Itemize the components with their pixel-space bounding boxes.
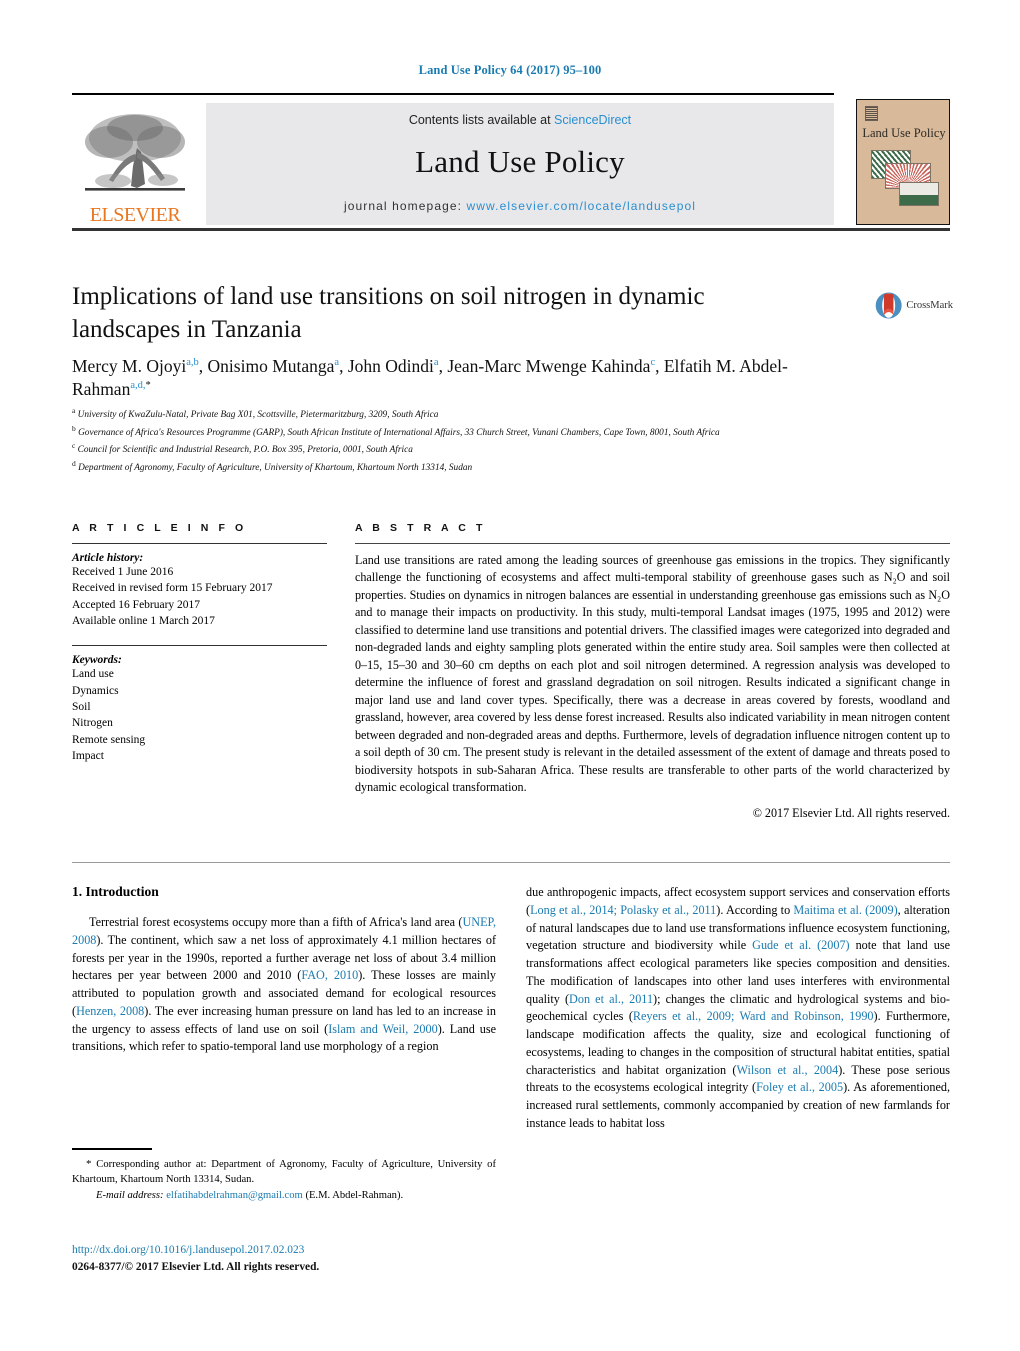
affiliation-item: a University of KwaZulu-Natal, Private B… — [72, 405, 902, 423]
cover-title: Land Use Policy — [862, 126, 946, 140]
elsevier-tree-icon — [85, 114, 185, 191]
paper-page: Land Use Policy 64 (2017) 95–100 ELSEVIE… — [0, 0, 1020, 1351]
cover-photo-landscape — [899, 182, 939, 206]
keyword-item: Impact — [72, 749, 104, 762]
footnote-rule — [72, 1148, 152, 1150]
affiliation-item: b Governance of Africa's Resources Progr… — [72, 423, 902, 441]
affiliation-item: d Department of Agronomy, Faculty of Agr… — [72, 458, 902, 476]
introduction-right-column: due anthropogenic impacts, affect ecosys… — [526, 884, 950, 1133]
masthead-top-rule — [72, 93, 834, 95]
elsevier-wordmark: ELSEVIER — [89, 204, 181, 226]
keyword-item: Land use — [72, 668, 114, 681]
abstract-column: A B S T R A C T Land use transitions are… — [355, 522, 950, 821]
affiliation-item: c Council for Scientific and Industrial … — [72, 440, 902, 458]
section-divider-rule — [72, 862, 950, 863]
contents-available-line: Contents lists available at ScienceDirec… — [409, 113, 631, 127]
abstract-body: Land use transitions are rated among the… — [355, 553, 950, 795]
affiliation-text: Governance of Africa's Resources Program… — [78, 427, 720, 438]
affiliation-text: Council for Scientific and Industrial Re… — [77, 445, 413, 456]
article-info-column: A R T I C L E I N F O Article history: R… — [72, 522, 327, 764]
doi-block: http://dx.doi.org/10.1016/j.landusepol.2… — [72, 1242, 572, 1276]
masthead-bottom-rule — [72, 228, 950, 231]
keywords-divider — [72, 645, 327, 647]
author-list: Mercy M. Ojoyia,b, Onisimo Mutangaa, Joh… — [72, 356, 788, 400]
article-history-item: Received 1 June 2016 — [72, 566, 174, 578]
email-link[interactable]: elfatihabdelrahman@gmail.com — [166, 1190, 303, 1201]
crossmark-label: CrossMark — [906, 299, 953, 311]
homepage-prefix: journal homepage: — [343, 199, 467, 213]
page-title: Implications of land use transitions on … — [72, 283, 705, 343]
sciencedirect-link[interactable]: ScienceDirect — [554, 113, 631, 127]
article-history-item: Accepted 16 February 2017 — [72, 598, 201, 611]
keyword-item: Soil — [72, 700, 91, 713]
introduction-left-column: 1. Introduction Terrestrial forest ecosy… — [72, 884, 496, 1056]
affiliation-text: Department of Agronomy, Faculty of Agric… — [78, 462, 473, 473]
affiliation-marker: d — [72, 458, 76, 468]
abstract-heading: A B S T R A C T — [355, 522, 486, 534]
journal-homepage-link[interactable]: www.elsevier.com/locate/landusepol — [467, 199, 697, 213]
contents-prefix: Contents lists available at — [408, 113, 555, 127]
keyword-item: Dynamics — [72, 684, 119, 697]
keywords-label: Keywords: — [72, 654, 122, 667]
email-note: E-mail address: elfatihabdelrahman@gmail… — [72, 1188, 496, 1203]
journal-masthead: ELSEVIER Contents lists available at Sci… — [72, 93, 950, 231]
issn-copyright-line: 0264-8377/© 2017 Elsevier Ltd. All right… — [72, 1261, 320, 1274]
affiliation-text: University of KwaZulu-Natal, Private Bag… — [77, 410, 439, 421]
corresponding-author-note: * Corresponding author at: Department of… — [72, 1157, 496, 1186]
email-label: E-mail address: — [96, 1189, 164, 1201]
article-info-divider — [72, 543, 327, 544]
elsevier-logo: ELSEVIER — [74, 103, 196, 225]
crossmark-badge[interactable]: CrossMark — [875, 288, 953, 322]
article-history-label: Article history: — [72, 552, 144, 564]
affiliation-marker: c — [72, 441, 76, 450]
introduction-paragraph: Terrestrial forest ecosystems occupy mor… — [72, 915, 497, 1054]
journal-cover-thumbnail: Land Use Policy — [856, 99, 950, 225]
cover-publisher-mark-icon — [865, 106, 878, 121]
journal-homepage-line: journal homepage: www.elsevier.com/locat… — [344, 199, 696, 213]
affiliation-list: a University of KwaZulu-Natal, Private B… — [72, 405, 902, 475]
journal-title: Land Use Policy — [415, 144, 625, 179]
introduction-paragraph: due anthropogenic impacts, affect ecosys… — [526, 885, 950, 1130]
footnote-block: * Corresponding author at: Department of… — [72, 1148, 496, 1203]
affiliation-marker: a — [72, 406, 76, 415]
abstract-copyright: © 2017 Elsevier Ltd. All rights reserved… — [752, 805, 950, 820]
introduction-heading: 1. Introduction — [72, 884, 159, 899]
running-head: Land Use Policy 64 (2017) 95–100 — [418, 63, 602, 77]
doi-link[interactable]: http://dx.doi.org/10.1016/j.landusepol.2… — [72, 1242, 572, 1259]
crossmark-icon — [875, 292, 902, 318]
abstract-divider — [355, 543, 950, 544]
affiliation-marker: b — [72, 423, 76, 433]
masthead-center-panel: Contents lists available at ScienceDirec… — [206, 103, 834, 225]
keyword-item: Remote sensing — [72, 733, 146, 746]
article-info-heading: A R T I C L E I N F O — [72, 522, 247, 534]
article-history-item: Available online 1 March 2017 — [72, 614, 215, 627]
email-owner: (E.M. Abdel-Rahman). — [305, 1189, 404, 1201]
article-history-item: Received in revised form 15 February 201… — [72, 582, 273, 595]
keyword-item: Nitrogen — [72, 717, 113, 730]
